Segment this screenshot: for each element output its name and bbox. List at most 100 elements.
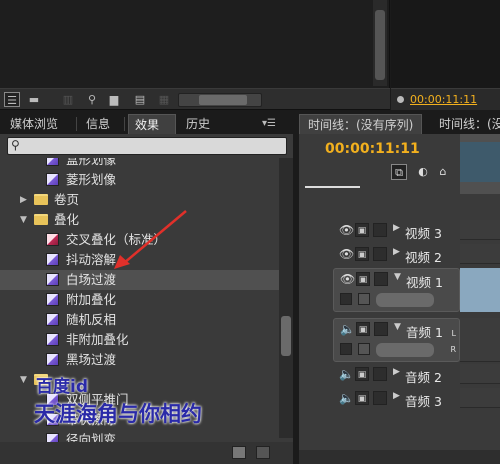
lock-toggle[interactable]	[373, 247, 387, 261]
effect-row[interactable]: 附加叠化	[0, 290, 280, 310]
program-timecode[interactable]: 00:00:11:11	[410, 93, 477, 106]
scrollbar-thumb[interactable]	[375, 10, 385, 80]
lock-toggle[interactable]	[374, 322, 388, 336]
list-view-icon[interactable]: ☰	[4, 92, 20, 107]
collapse-icon[interactable]: ▼	[20, 370, 27, 390]
effect-row[interactable]: 盒形划像	[0, 158, 280, 170]
marker-icon[interactable]: ◐	[415, 164, 431, 180]
trash-icon[interactable]: ▦	[156, 92, 172, 107]
expand-track-icon[interactable]: ▶	[393, 223, 400, 233]
track-header-audio-3[interactable]: 🔈 ▣ ▶ 音频 3	[333, 388, 460, 410]
timeline-zoom-bar[interactable]	[299, 450, 500, 464]
automate-icon[interactable]: ▥	[60, 92, 76, 107]
sync-lock-icon[interactable]: ▣	[356, 322, 370, 336]
search-icon[interactable]: ⚲	[84, 92, 100, 107]
new-item-icon[interactable]: ▤	[132, 92, 148, 107]
transition-icon	[46, 233, 59, 246]
track-lane[interactable]	[460, 318, 500, 362]
timeline-tools: ⧉ ◐ ⌂	[391, 164, 461, 182]
effect-row[interactable]: 非附加叠化	[0, 330, 280, 350]
sync-lock-icon[interactable]: ▣	[356, 272, 370, 286]
panel-menu-icon[interactable]: ▾☰	[258, 116, 280, 131]
effect-label: 抖动溶解	[66, 252, 117, 267]
timeline-indicator	[305, 186, 360, 188]
icon-view-icon[interactable]: ▬	[26, 92, 42, 107]
timeline-ruler[interactable]	[460, 134, 500, 194]
waveform-icon[interactable]	[340, 343, 352, 355]
video-clip[interactable]	[460, 268, 500, 312]
effect-label: 交叉叠化（标准）	[66, 232, 167, 247]
tab-media-browser[interactable]: 媒体浏览	[4, 114, 64, 134]
scrollbar-thumb[interactable]	[281, 316, 291, 356]
expand-track-icon[interactable]: ▶	[393, 367, 400, 377]
new-custom-bin-icon[interactable]	[232, 446, 246, 459]
effect-row[interactable]: 随机反相	[0, 310, 280, 330]
tab-info[interactable]: 信息	[80, 114, 116, 134]
expand-track-icon[interactable]: ▶	[393, 247, 400, 257]
track-lane[interactable]	[460, 364, 500, 384]
speaker-icon[interactable]: 🔈	[339, 391, 354, 405]
expand-icon[interactable]: ▶	[20, 190, 27, 210]
eye-icon[interactable]: 👁	[339, 247, 354, 261]
effect-row[interactable]: 黑场过渡	[0, 350, 280, 370]
lock-toggle[interactable]	[374, 272, 388, 286]
program-monitor-panel	[391, 0, 500, 88]
delete-icon[interactable]	[256, 446, 270, 459]
sync-lock-icon[interactable]: ▣	[355, 367, 369, 381]
sync-lock-icon[interactable]: ▣	[355, 223, 369, 237]
timeline-timecode[interactable]: 00:00:11:11	[325, 141, 420, 157]
transition-icon	[46, 333, 59, 346]
add-marker-icon[interactable]: ⌂	[435, 164, 451, 180]
track-lane[interactable]	[460, 244, 500, 264]
sync-lock-icon[interactable]: ▣	[355, 391, 369, 405]
keyframe-icon[interactable]	[358, 293, 370, 305]
lock-toggle[interactable]	[373, 391, 387, 405]
folder-row[interactable]: ▶ 卷页	[0, 190, 280, 210]
horizontal-scrollbar[interactable]	[178, 93, 262, 107]
eye-icon[interactable]: 👁	[340, 272, 355, 286]
tab-timeline-1[interactable]: 时间线：(没有序列)	[299, 114, 423, 134]
track-lane[interactable]	[460, 388, 500, 408]
effects-scrollbar[interactable]	[279, 158, 293, 438]
keyframe-navigator[interactable]	[376, 293, 434, 307]
effect-row[interactable]: 交叉叠化（标准）	[0, 230, 280, 250]
sync-lock-icon[interactable]: ▣	[355, 247, 369, 261]
track-label: 音频 3	[405, 394, 442, 409]
speaker-icon[interactable]: 🔈	[340, 322, 355, 336]
track-header-audio-2[interactable]: 🔈 ▣ ▶ 音频 2	[333, 364, 460, 386]
snap-icon[interactable]: ⧉	[391, 164, 407, 180]
track-header-audio-1[interactable]: 🔈 ▣ ▼ 音频 1 L R	[333, 318, 460, 362]
collapse-track-icon[interactable]: ▼	[394, 322, 401, 332]
track-lane[interactable]	[460, 220, 500, 240]
folder-icon	[34, 214, 48, 225]
lock-toggle[interactable]	[373, 223, 387, 237]
track-header-video-2[interactable]: 👁 ▣ ▶ 视频 2	[333, 244, 460, 266]
effect-row[interactable]: 菱形划像	[0, 170, 280, 190]
search-input[interactable]	[26, 139, 281, 153]
collapse-icon[interactable]: ▼	[20, 210, 27, 230]
expand-track-icon[interactable]: ▶	[393, 391, 400, 401]
folder-row[interactable]: ▼ 叠化	[0, 210, 280, 230]
tab-effects[interactable]: 效果 ×	[128, 114, 176, 152]
effect-row[interactable]: 白场过渡	[0, 270, 280, 290]
tab-divider	[76, 117, 77, 131]
keyframe-navigator[interactable]	[376, 343, 434, 357]
folder-label: 叠化	[54, 212, 80, 227]
keyframe-icon[interactable]	[358, 343, 370, 355]
collapse-track-icon[interactable]: ▼	[394, 272, 401, 282]
scrollbar-thumb[interactable]	[199, 95, 247, 105]
display-style-icon[interactable]	[340, 293, 352, 305]
speaker-icon[interactable]: 🔈	[339, 367, 354, 381]
lock-toggle[interactable]	[373, 367, 387, 381]
tab-history[interactable]: 历史	[180, 114, 216, 134]
eye-icon[interactable]: 👁	[339, 223, 354, 237]
new-bin-icon[interactable]: ▆	[106, 92, 122, 107]
track-header-video-1[interactable]: 👁 ▣ ▼ 视频 1	[333, 268, 460, 312]
effect-row[interactable]: 抖动溶解	[0, 250, 280, 270]
program-monitor-bar: 00:00:11:11	[391, 88, 500, 110]
tab-timeline-2[interactable]: 时间线：(没	[431, 114, 500, 134]
track-header-video-3[interactable]: 👁 ▣ ▶ 视频 3	[333, 220, 460, 242]
source-monitor-scrollbar[interactable]	[373, 0, 387, 86]
search-icon: ⚲	[11, 138, 20, 152]
effects-search-box[interactable]: ⚲	[7, 137, 287, 155]
